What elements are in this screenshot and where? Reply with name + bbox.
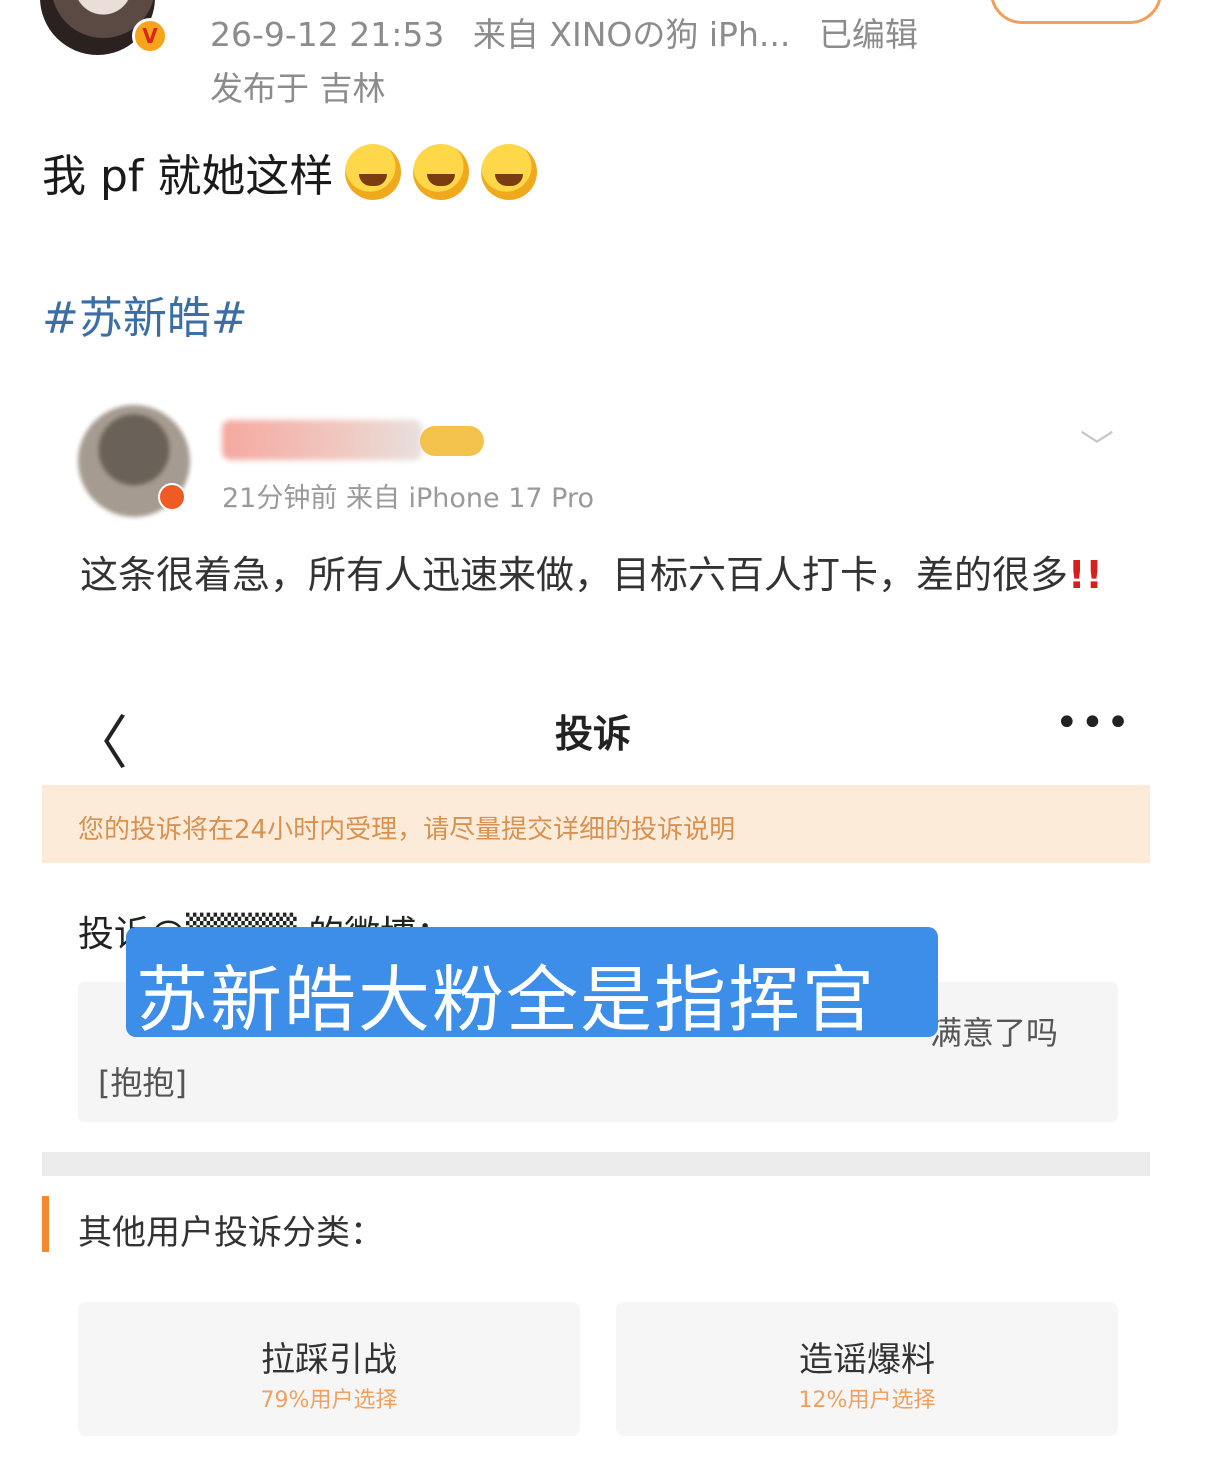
double-exclamation-icon: !! xyxy=(1068,553,1103,597)
quoted-post-text-line1: 满意了吗 xyxy=(930,1014,1059,1052)
category-card-rumor: 造谣爆料 12%用户选择 xyxy=(616,1302,1118,1436)
rofl-emoji-icon xyxy=(481,144,538,200)
verified-badge-icon: V xyxy=(132,18,168,54)
notice-text: 您的投诉将在24小时内受理，请尽量提交详细的投诉说明 xyxy=(78,815,736,845)
embedded-member-badge-icon xyxy=(420,426,484,456)
caption-overlay: 苏新皓大粉全是指挥官 xyxy=(126,927,938,1042)
embedded-username-blurred xyxy=(222,420,422,460)
post-meta: 26-9-12 21:53 来自 XINOの狗 iPh... 已编辑 xyxy=(210,8,936,56)
follow-button[interactable] xyxy=(990,0,1162,24)
other-categories-title: 其他用户投诉分类： xyxy=(78,1213,384,1253)
post-text: 我 pf 就她这样 xyxy=(42,151,334,202)
section-divider xyxy=(42,1152,1150,1176)
category-percentage: 79%用户选择 xyxy=(260,1388,398,1413)
embedded-post-body: 这条很着急，所有人迅速来做，目标六百人打卡，差的很多!! xyxy=(80,545,1120,605)
post-location: 发布于 吉林 xyxy=(210,69,386,108)
post-edited-label[interactable]: 已编辑 xyxy=(819,15,918,54)
complaint-page-title: 投诉 xyxy=(555,712,632,756)
chevron-down-icon: ﹀ xyxy=(1080,428,1114,468)
category-card-provoking: 拉踩引战 79%用户选择 xyxy=(78,1302,580,1436)
section-accent-bar xyxy=(42,1196,49,1252)
post-content: 我 pf 就她这样 xyxy=(42,140,538,204)
embedded-meta: 21分钟前 来自 iPhone 17 Pro xyxy=(222,483,595,514)
category-name: 拉踩引战 xyxy=(261,1340,397,1380)
rofl-emoji-icon xyxy=(345,144,402,200)
quoted-post-text-line2: [抱抱] xyxy=(98,1064,187,1102)
post-source: 来自 XINOの狗 iPh... xyxy=(472,15,791,54)
back-arrow-icon: 〈 xyxy=(70,709,129,777)
category-percentage: 12%用户选择 xyxy=(798,1388,936,1413)
embedded-avatar-badge-icon xyxy=(158,483,186,511)
more-options-icon: ••• xyxy=(1055,700,1132,746)
embedded-body-text: 这条很着急，所有人迅速来做，目标六百人打卡，差的很多 xyxy=(80,553,1069,597)
rofl-emoji-icon xyxy=(413,144,470,200)
post-timestamp: 26-9-12 21:53 xyxy=(210,15,445,54)
author-avatar-group[interactable]: V xyxy=(40,0,170,55)
caption-text: 苏新皓大粉全是指挥官 xyxy=(136,958,877,1042)
category-name: 造谣爆料 xyxy=(799,1340,935,1380)
hashtag-link[interactable]: #苏新皓# xyxy=(42,282,248,346)
complaint-notice-banner: 您的投诉将在24小时内受理，请尽量提交详细的投诉说明 xyxy=(42,785,1150,863)
